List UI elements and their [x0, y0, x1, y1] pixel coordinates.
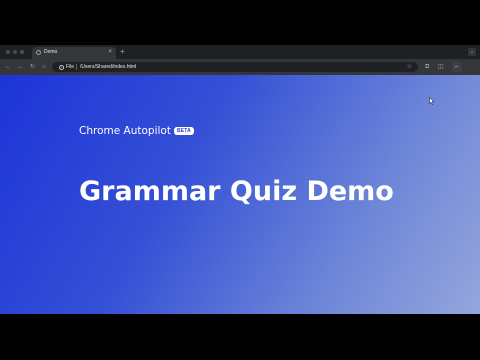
divider [76, 64, 77, 70]
beta-badge: BETA [173, 127, 194, 135]
maximize-window-dot[interactable] [20, 50, 24, 54]
tab-search-button[interactable]: ⌄ [468, 48, 476, 56]
video-letterbox-top [0, 0, 480, 45]
brand-lockup: Chrome Autopilot BETA [79, 124, 194, 138]
home-icon[interactable]: ⌂ [42, 63, 46, 71]
page-title: Grammar Quiz Demo [79, 176, 394, 207]
close-window-dot[interactable] [6, 50, 10, 54]
page-content: Chrome Autopilot BETA Grammar Quiz Demo [0, 75, 480, 314]
browser-window: Demo × + ⌄ ← → ↻ ⌂ i File /Users/Shared/… [0, 45, 480, 314]
forward-icon[interactable]: → [17, 63, 23, 71]
tab-demo[interactable]: Demo × [32, 47, 116, 59]
globe-icon [36, 50, 41, 55]
browser-toolbar: ← → ↻ ⌂ i File /Users/Shared/index.html … [0, 59, 480, 76]
minimize-window-dot[interactable] [13, 50, 17, 54]
close-icon[interactable]: × [108, 49, 112, 56]
extension-icon[interactable]: ⧉ [425, 63, 429, 71]
url-text[interactable]: /Users/Shared/index.html [80, 63, 136, 71]
tab-strip: Demo × + ⌄ [0, 45, 480, 59]
bookmark-star-icon[interactable]: ☆ [407, 63, 412, 71]
site-chip-label: File [66, 64, 75, 70]
info-icon: i [59, 64, 64, 70]
address-bar[interactable]: i File /Users/Shared/index.html ☆ [52, 62, 418, 72]
brand-name: Chrome Autopilot [79, 125, 171, 137]
reload-icon[interactable]: ↻ [30, 63, 35, 71]
site-info-chip[interactable]: i File [57, 63, 77, 71]
tab-title: Demo [44, 49, 58, 55]
back-icon[interactable]: ← [5, 63, 11, 71]
side-panel-icon[interactable]: ◫ [438, 63, 444, 71]
video-letterbox-bottom [0, 314, 480, 360]
profile-icon[interactable]: ⌐ [452, 62, 462, 72]
new-tab-button[interactable]: + [120, 47, 125, 57]
mouse-cursor-icon [429, 97, 435, 105]
